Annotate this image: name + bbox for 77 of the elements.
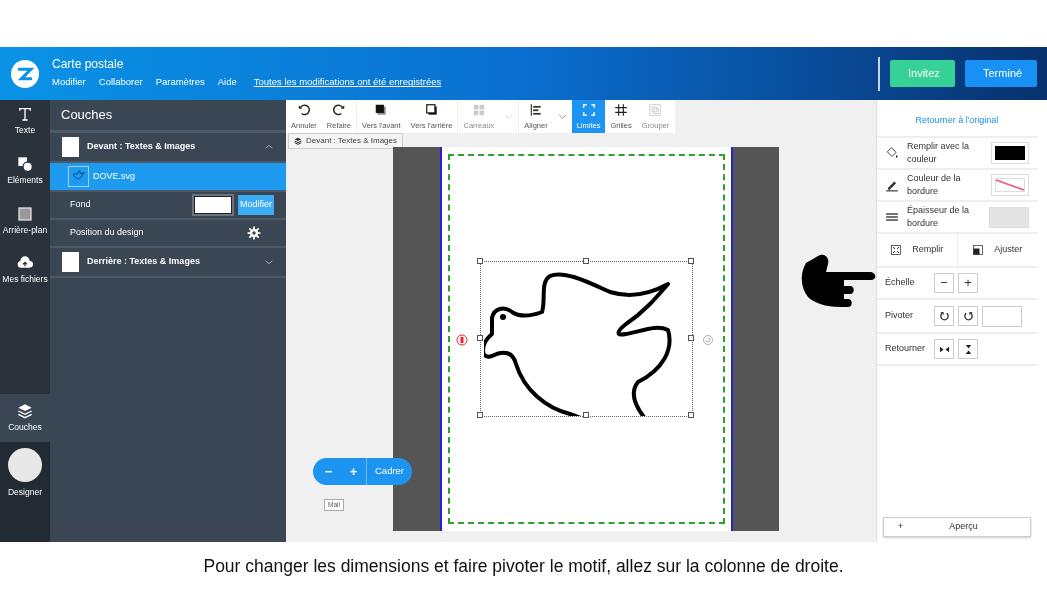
rail-item[interactable]: Couches (0, 394, 50, 442)
resize-handle[interactable] (477, 412, 483, 418)
rail-item[interactable]: Mes fichiers (0, 250, 50, 294)
frame-corners-icon (581, 103, 596, 117)
property-label: Épaisseur de la bordure (907, 204, 971, 230)
scale-down-button[interactable]: − (934, 273, 954, 293)
layer-thumbnail (62, 137, 79, 157)
reset-link[interactable]: Retourner à l'original (915, 113, 999, 128)
shapes-icon (17, 155, 33, 172)
property-label: Remplir avec la couleur (907, 140, 971, 166)
rotate-handle-icon (702, 334, 714, 346)
menu-item[interactable]: Paramètres (155, 75, 205, 90)
menu-item[interactable]: Modifier (52, 75, 86, 90)
undo-icon (296, 103, 311, 117)
designer-label[interactable]: Designer (8, 485, 42, 499)
background-color-swatch[interactable] (194, 196, 232, 214)
designer-avatar (8, 447, 42, 482)
rail-item[interactable]: Texte (0, 100, 50, 145)
resize-handle[interactable] (688, 412, 694, 418)
resize-handle[interactable] (477, 258, 483, 264)
menu-item[interactable]: Collaborer (98, 75, 143, 90)
resize-handle[interactable] (688, 258, 694, 264)
border-width-field[interactable] (989, 206, 1029, 228)
caption-text: Pour changer les dimensions et faire pivoter le motif, allez sur la colonne de droite. (203, 554, 844, 578)
fit-square-icon (972, 244, 985, 256)
resize-handle[interactable] (688, 335, 694, 341)
menu-item[interactable]: Aide (217, 75, 237, 90)
flip-vertical-button[interactable] (958, 339, 978, 359)
layers-icon (17, 403, 33, 420)
paint-bucket-icon (885, 146, 899, 160)
pattern-square-icon (17, 205, 33, 222)
preview-button[interactable]: + Aperçu (883, 517, 1031, 537)
layer-group-name: Devant : Textes & Images (87, 140, 197, 154)
rotate-left-icon (938, 310, 950, 322)
rotation-input[interactable] (982, 305, 1022, 327)
redo-icon (331, 103, 346, 117)
rotate-left-button[interactable] (934, 306, 954, 326)
tiles-icon (471, 103, 486, 117)
align-left-icon (529, 103, 543, 117)
scale-up-button[interactable]: + (958, 273, 978, 293)
expand-arrows-icon (890, 244, 903, 256)
rotate-right-icon (962, 310, 974, 322)
side-tab[interactable]: Devant : Textes & Images (288, 133, 403, 149)
layer-thumbnail (62, 252, 79, 272)
send-back-icon (424, 103, 439, 117)
color-swatch[interactable] (991, 174, 1029, 196)
property-label: Pivoter (885, 309, 914, 323)
property-label: Retourner (885, 342, 927, 356)
settings-icon (247, 226, 261, 240)
lines-icon (885, 210, 899, 224)
design-position-label: Position du design (70, 226, 145, 240)
group-icon (648, 103, 663, 117)
rail-item[interactable]: Eléments (0, 150, 50, 195)
layer-group-row[interactable]: Derrière : Textes & Images (50, 248, 286, 278)
panel-title: Couches (61, 106, 113, 125)
rotate-handle-icon (456, 334, 468, 346)
resize-handle[interactable] (477, 335, 483, 341)
layer-name: DOVE.svg (93, 169, 135, 183)
layer-group-name: Derrière : Textes & Images (87, 255, 201, 269)
rail-item[interactable]: Arrière-plan (0, 200, 50, 245)
side-tab-label: Devant : Textes & Images (306, 135, 397, 147)
app-logo-icon (11, 59, 39, 88)
resize-handle[interactable] (582, 258, 589, 264)
save-status-link[interactable]: Toutes les modifications ont été enregistrées (253, 75, 442, 90)
resize-handle[interactable] (582, 412, 589, 418)
no-color-slash-icon (995, 178, 1025, 192)
text-icon (17, 106, 33, 122)
grid-icon (614, 103, 629, 117)
document-title: Carte postale (52, 57, 125, 72)
background-label: Fond (70, 198, 92, 212)
property-label: Échelle (885, 276, 916, 290)
flip-horizontal-button[interactable] (934, 339, 954, 359)
layers-icon (294, 137, 302, 145)
bring-front-icon (374, 103, 389, 117)
property-label: Couleur de la bordure (907, 172, 962, 198)
rotate-right-button[interactable] (958, 306, 978, 326)
color-swatch[interactable] (991, 142, 1029, 164)
